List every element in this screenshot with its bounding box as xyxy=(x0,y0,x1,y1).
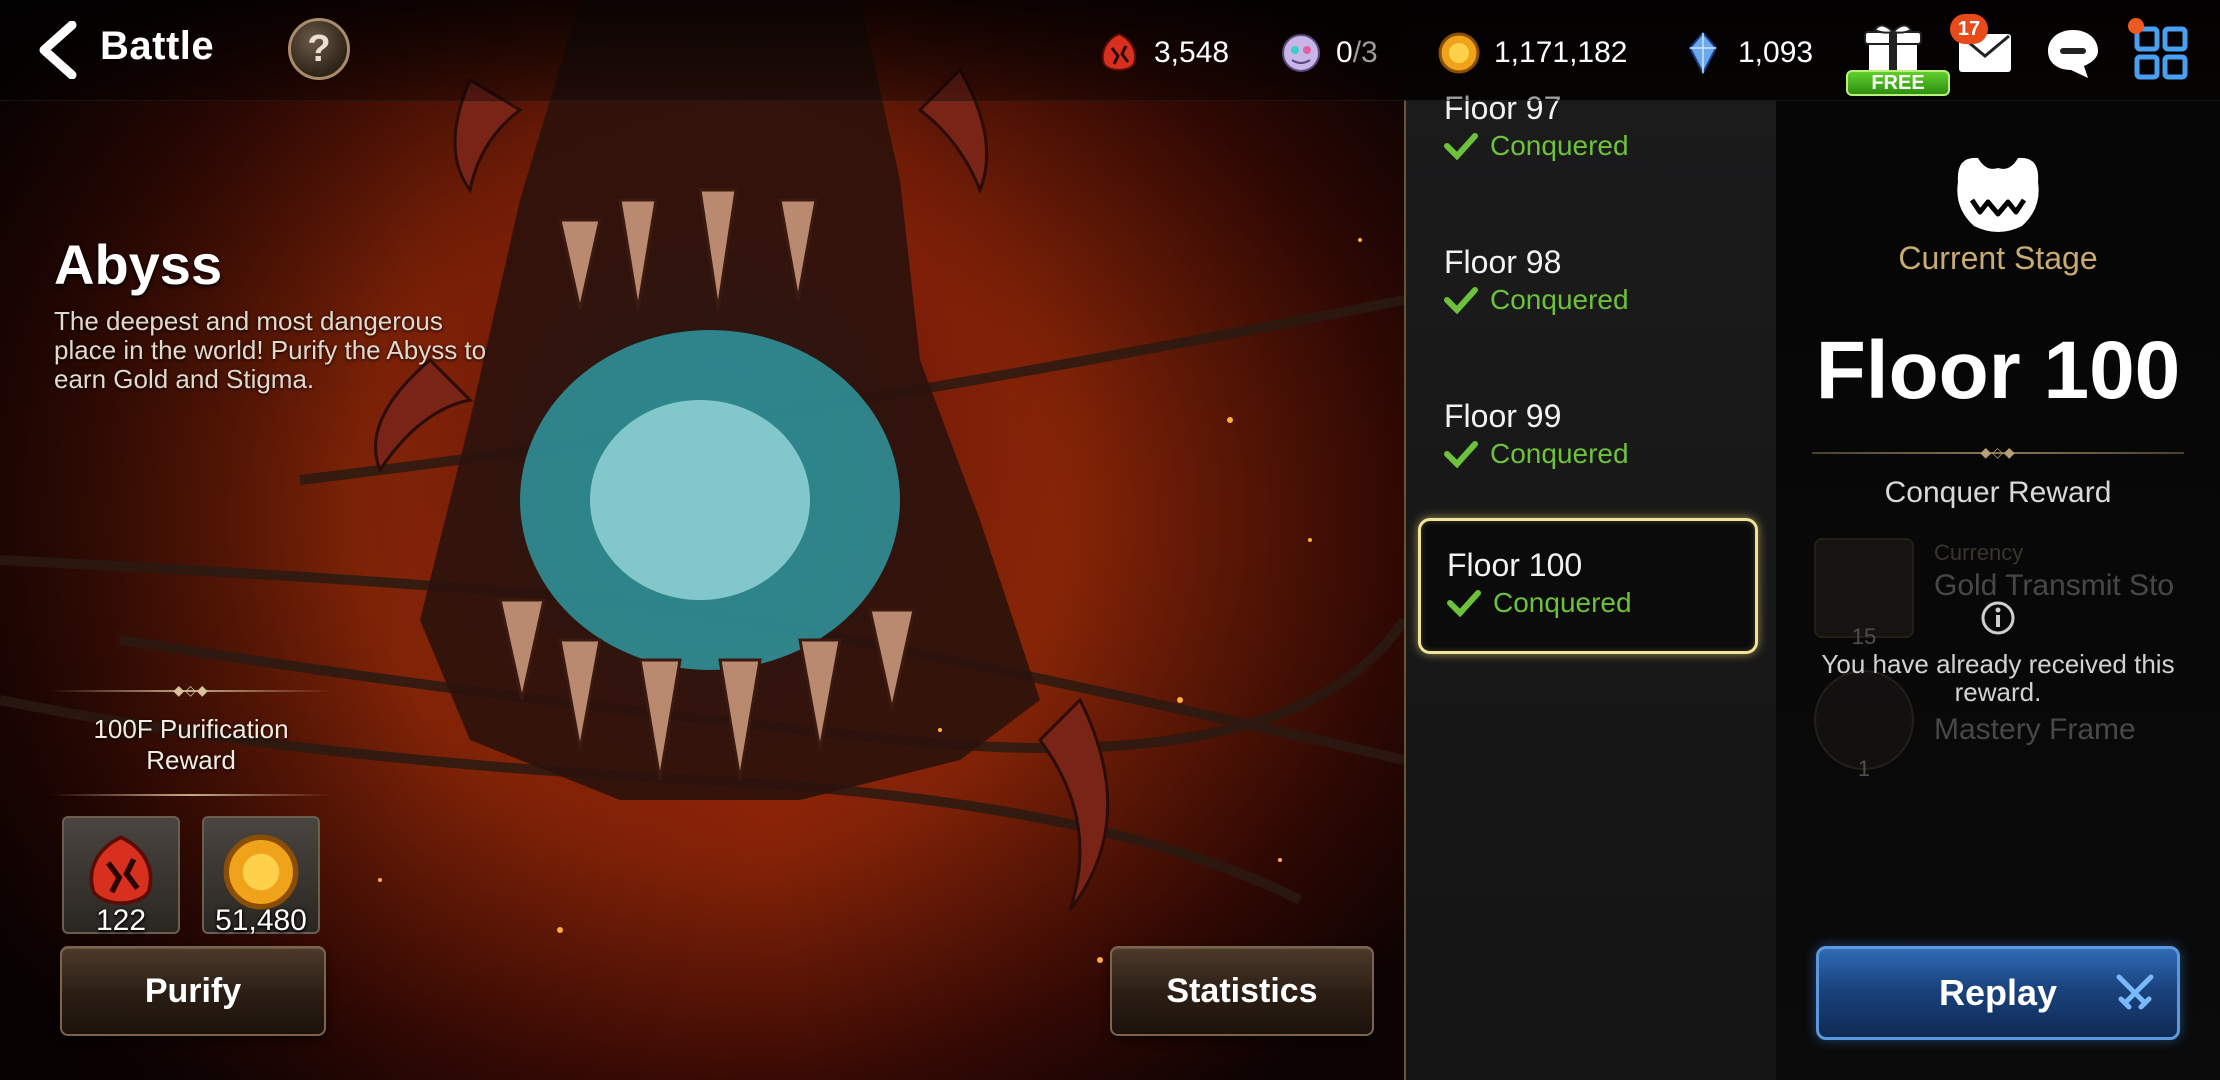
stigma-icon xyxy=(89,835,153,905)
reward-count: 1 xyxy=(1857,756,1871,781)
stigma-icon xyxy=(1101,32,1137,71)
free-tag: FREE xyxy=(1846,70,1950,96)
replay-button[interactable]: Replay xyxy=(1816,946,2180,1040)
floor-status: Conquered xyxy=(1444,284,1629,316)
back-button[interactable] xyxy=(28,20,88,80)
statistics-button[interactable]: Statistics xyxy=(1110,946,1374,1036)
grid-menu-icon xyxy=(2134,26,2188,80)
stigma-counter[interactable]: 3,548 xyxy=(1096,28,1229,78)
purification-reward-stigma[interactable]: 122 xyxy=(62,816,180,937)
floor-item-98[interactable]: Floor 98 Conquered xyxy=(1418,218,1758,350)
hunt-ticket-value: 0 xyxy=(1336,36,1353,69)
crossed-swords-icon xyxy=(2116,974,2154,1010)
stigma-qty: 122 xyxy=(95,904,147,937)
stage-detail-panel: Current Stage Floor 100 ◆◇◆ Conquer Rewa… xyxy=(1776,100,2220,1080)
hunt-ticket-max: /3 xyxy=(1352,36,1378,69)
purification-reward-title: 100F Purification Reward xyxy=(93,714,289,775)
floor-name: Floor 100 xyxy=(1447,547,1583,583)
floor-name: Floor 99 xyxy=(1444,398,1562,434)
abyss-info: Abyss The deepest and most dangerous pla… xyxy=(54,232,494,394)
abyss-name: Abyss xyxy=(54,233,223,296)
skystone-value: 1,093 xyxy=(1738,36,1814,69)
check-icon xyxy=(1447,590,1481,617)
hunt-ticket-icon xyxy=(1282,34,1320,72)
gold-icon xyxy=(1438,32,1480,74)
divider xyxy=(50,794,332,796)
top-bar: Battle ? 3,548 0/3 1,171,182 1,093 FREE … xyxy=(0,0,2220,101)
reward-category: Currency xyxy=(1934,540,2024,565)
check-icon xyxy=(1444,287,1478,314)
help-button[interactable]: ? xyxy=(288,18,350,80)
gold-counter[interactable]: 1,171,182 xyxy=(1436,28,1627,78)
current-stage-label: Current Stage xyxy=(1898,240,2098,276)
reward-item-name: Gold Transmit Sto xyxy=(1934,569,2175,602)
stigma-value: 3,548 xyxy=(1154,36,1230,69)
current-floor: Floor 100 xyxy=(1815,325,2181,416)
divider: ◆◇◆ xyxy=(1812,444,2184,460)
abyss-description: The deepest and most dangerous place in … xyxy=(54,306,487,394)
skystone-counter[interactable]: 1,093 xyxy=(1680,28,1813,78)
check-icon xyxy=(1444,441,1478,468)
purify-button[interactable]: Purify xyxy=(60,946,326,1036)
skystone-icon xyxy=(1688,31,1718,76)
check-icon xyxy=(1444,133,1478,160)
gold-qty: 51,480 xyxy=(215,904,307,937)
floor-item-100[interactable]: Floor 100 Conquered xyxy=(1418,518,1758,654)
purification-reward-gold[interactable]: 51,480 xyxy=(202,816,320,937)
floor-status-label: Conquered xyxy=(1490,284,1629,315)
floor-list: Floor 97 Conquered Floor 98 Conquered Fl… xyxy=(1404,90,1778,1080)
replay-label: Replay xyxy=(1938,972,2058,1013)
info-icon[interactable] xyxy=(1980,600,2016,636)
menu-notification-dot xyxy=(2128,18,2144,34)
floor-item-99[interactable]: Floor 99 Conquered xyxy=(1418,372,1758,504)
floor-status: Conquered xyxy=(1444,438,1629,470)
hunt-ticket-counter[interactable]: 0/3 xyxy=(1278,28,1378,78)
reward-count: 15 xyxy=(1851,624,1877,649)
floor-status-label: Conquered xyxy=(1493,587,1632,618)
floor-status: Conquered xyxy=(1444,130,1629,162)
purification-reward-panel: ◆◇◆ 100F Purification Reward 122 51,480 xyxy=(50,682,332,937)
floor-name: Floor 98 xyxy=(1444,244,1562,280)
reward-received-message: You have already received this reward. xyxy=(1821,649,2175,707)
conquer-reward-label: Conquer Reward xyxy=(1884,476,2112,509)
transmit-stone-icon xyxy=(1814,538,1914,638)
chat-button[interactable] xyxy=(2040,20,2106,86)
floor-status-label: Conquered xyxy=(1490,130,1629,161)
chat-icon xyxy=(2048,30,2098,78)
page-title: Battle xyxy=(100,24,215,68)
floor-status: Conquered xyxy=(1447,587,1632,619)
reward-item-name: Mastery Frame xyxy=(1934,713,2136,746)
abyss-maw-icon xyxy=(1957,157,2039,232)
gold-value: 1,171,182 xyxy=(1494,36,1628,69)
back-arrow-icon xyxy=(39,21,77,79)
floor-status-label: Conquered xyxy=(1490,438,1629,469)
mail-badge: 17 xyxy=(1950,14,1988,44)
gold-icon xyxy=(223,834,299,910)
divider: ◆◇◆ xyxy=(50,682,332,698)
